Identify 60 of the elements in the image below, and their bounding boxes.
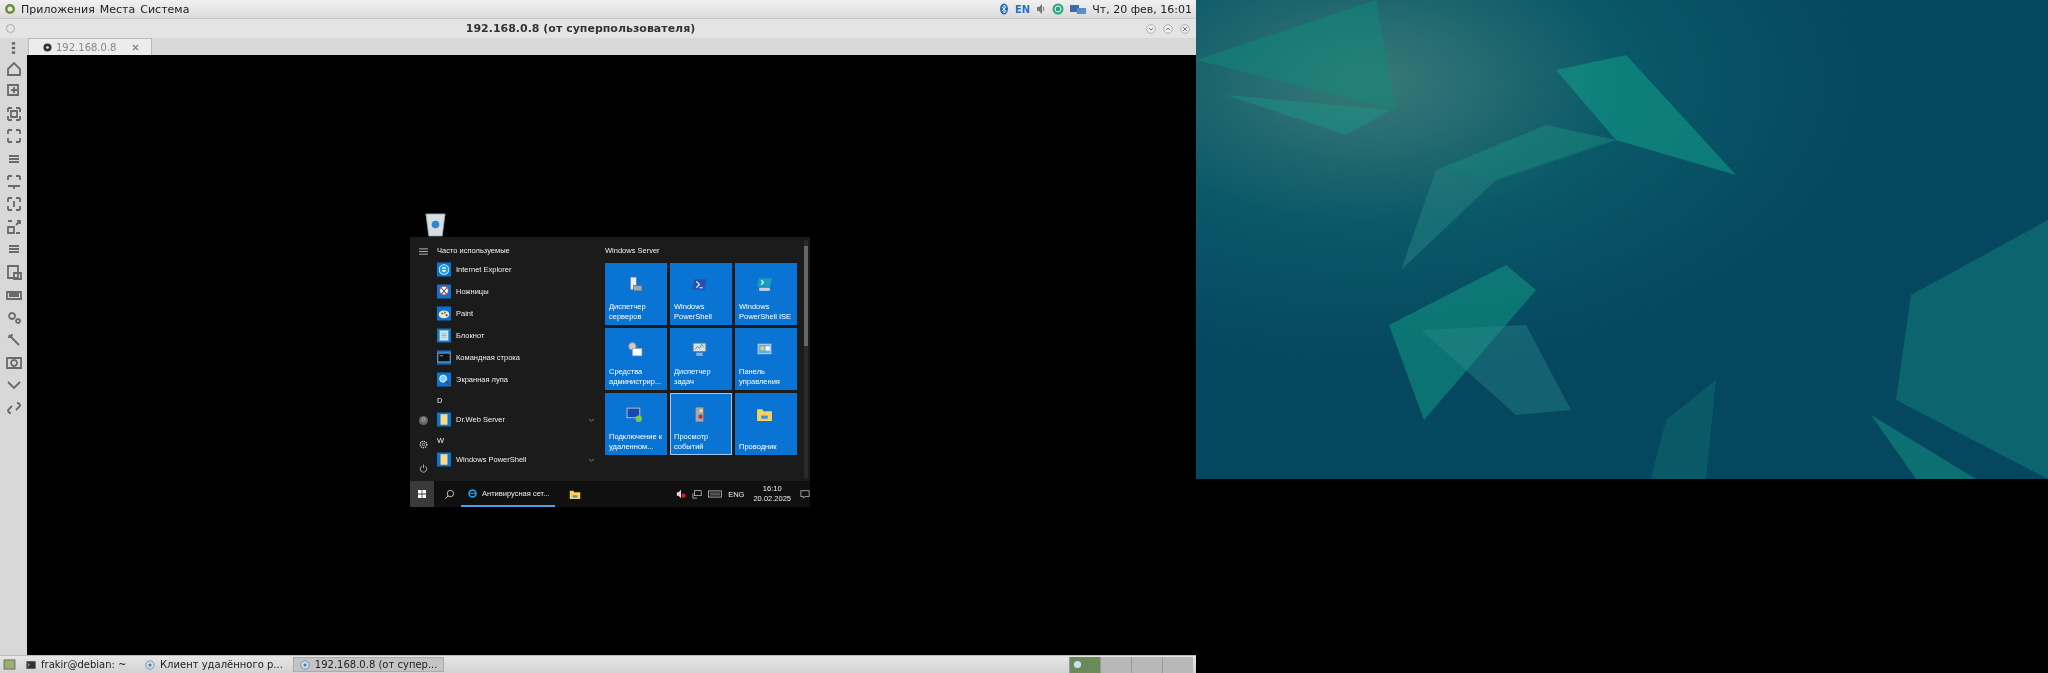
power-icon[interactable]	[419, 464, 428, 473]
search-icon[interactable]	[444, 488, 455, 500]
folder-icon[interactable]	[569, 488, 582, 500]
panel-menu[interactable]: Места	[99, 2, 136, 16]
window-title: 192.168.0.8 (от суперпользователя)	[464, 22, 697, 35]
panel-menu[interactable]: Приложения	[21, 2, 95, 16]
terminal-icon	[756, 276, 773, 293]
clock[interactable]: Чт, 20 фев, 16:01	[1092, 2, 1192, 16]
monitor-icon	[626, 406, 643, 423]
magnifier-icon	[437, 371, 451, 388]
monitor-icon	[691, 341, 708, 358]
remote-desktop-icon	[299, 659, 310, 670]
taskbar-button[interactable]: 192.168.0.8 (от супер...	[292, 657, 445, 672]
close-button[interactable]	[1180, 23, 1190, 34]
drag-handle-icon[interactable]	[11, 41, 16, 55]
remote-desktop-icon	[145, 659, 155, 670]
workspace-switcher[interactable]	[1069, 656, 1193, 673]
taskbar-button[interactable]: frakir@debian: ~	[20, 657, 135, 672]
folder-icon	[437, 451, 451, 468]
scale-icon[interactable]	[4, 195, 23, 214]
remote-viewer[interactable]	[27, 55, 1196, 655]
resize-icon[interactable]	[4, 217, 23, 236]
remote-desktop-icon	[1073, 660, 1082, 669]
fullscreen-icon[interactable]	[4, 127, 23, 146]
maximize-button[interactable]	[1163, 23, 1173, 34]
terminal-icon	[437, 349, 451, 366]
notification-icon[interactable]	[800, 489, 810, 499]
close-icon[interactable]	[132, 43, 140, 51]
menu-icon[interactable]	[419, 248, 428, 255]
taskbar-button[interactable]: Клиент удалённого р...	[139, 657, 289, 672]
notepad-icon	[437, 327, 451, 344]
globe-icon	[467, 487, 478, 499]
windows-icon[interactable]	[4, 262, 23, 281]
bluetooth-icon[interactable]	[998, 3, 1010, 15]
remote-desktop-icon	[43, 42, 52, 52]
folder-icon	[437, 411, 451, 428]
show-desktop-icon[interactable]	[3, 659, 16, 670]
folder-icon	[756, 406, 773, 423]
scrollbar[interactable]	[804, 240, 808, 478]
globe-icon	[437, 261, 451, 278]
palette-icon	[437, 305, 451, 322]
start-button[interactable]	[410, 481, 434, 507]
keyboard-layout-indicator[interactable]: EN	[1015, 3, 1031, 15]
minimize-button[interactable]	[1146, 23, 1156, 34]
apps-menu-icon[interactable]	[4, 3, 16, 15]
sync-icon[interactable]	[1052, 3, 1065, 15]
settings-icon[interactable]	[419, 440, 428, 449]
scissors-icon	[437, 283, 451, 300]
terminal-icon	[26, 659, 36, 670]
keyboard-icon[interactable]	[708, 489, 723, 499]
home-icon[interactable]	[4, 59, 23, 78]
fit-screen-icon[interactable]	[4, 104, 23, 123]
network-icon[interactable]	[692, 489, 703, 499]
panel-menu[interactable]: Система	[140, 2, 190, 16]
user-avatar-icon[interactable]	[419, 416, 428, 425]
terminal-icon	[691, 276, 708, 293]
network-icon[interactable]	[1069, 3, 1088, 15]
remote-screen-icon[interactable]	[4, 172, 23, 191]
recycle-bin-icon[interactable]	[424, 212, 447, 237]
muted-volume-icon[interactable]	[676, 489, 687, 499]
